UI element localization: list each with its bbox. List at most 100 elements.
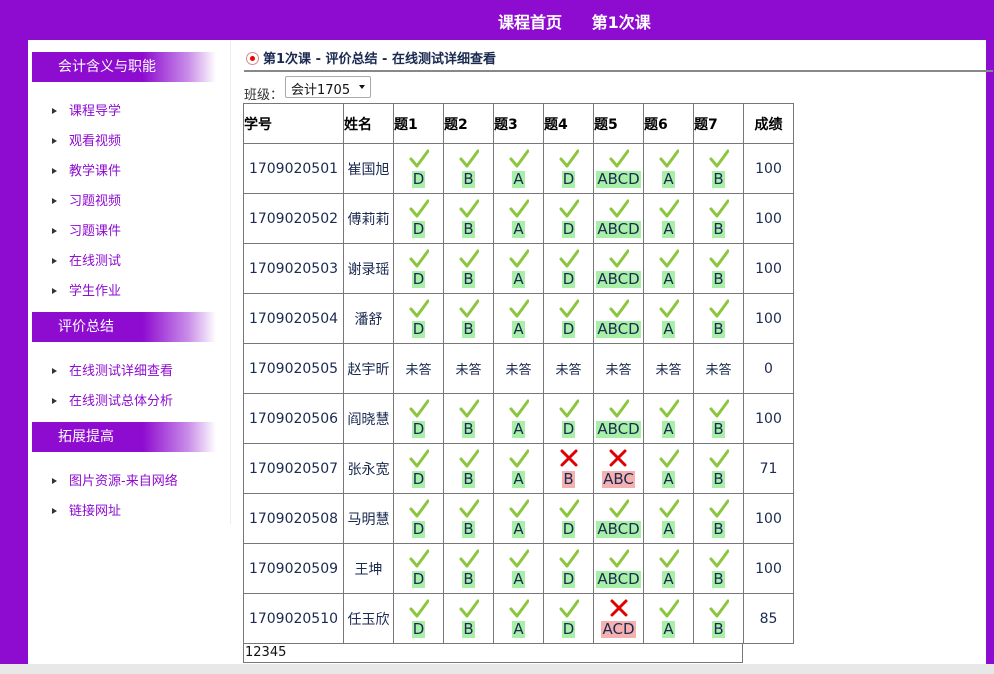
sidebar-item[interactable]: 学生作业 bbox=[52, 280, 121, 299]
check-icon bbox=[459, 399, 479, 421]
check-icon bbox=[709, 549, 729, 571]
check-icon bbox=[559, 199, 579, 221]
answer-value: A bbox=[512, 620, 525, 638]
table-row: 1709020503 谢录瑶 D B A D ABCD A B 100 bbox=[243, 243, 794, 294]
nav-lesson-1[interactable]: 第1次课 bbox=[592, 13, 651, 32]
answer-value: A bbox=[662, 620, 675, 638]
sidebar-item[interactable]: 在线测试详细查看 bbox=[52, 360, 173, 379]
answer-cell: ABCD bbox=[593, 243, 644, 294]
answer-value: A bbox=[662, 270, 675, 288]
col-header: 题1 bbox=[393, 103, 444, 144]
check-icon bbox=[459, 549, 479, 571]
check-icon bbox=[659, 149, 679, 171]
col-header: 题7 bbox=[693, 103, 744, 144]
answer-cell: 未答 bbox=[543, 343, 594, 394]
check-icon bbox=[709, 499, 729, 521]
table-row: 1709020501 崔国旭 D B A D ABCD A B 100 bbox=[243, 143, 794, 194]
table-row: 1709020506 阎晓慧 D B A D ABCD A B 100 bbox=[243, 393, 794, 444]
arrow-right-icon bbox=[52, 227, 57, 234]
answer-cell: A bbox=[493, 543, 544, 594]
sidebar-section-title: 会计含义与职能 bbox=[32, 52, 216, 82]
check-icon bbox=[596, 149, 640, 171]
answer-cell: ABCD bbox=[593, 143, 644, 194]
sidebar-item[interactable]: 在线测试 bbox=[52, 250, 121, 269]
answer-cell: 未答 bbox=[643, 343, 694, 394]
table-row: 1709020508 马明慧 D B A D ABCD A B 100 bbox=[243, 493, 794, 544]
cross-icon bbox=[601, 599, 635, 621]
pager[interactable]: 12345 bbox=[243, 643, 743, 663]
answer-cell: B bbox=[543, 443, 594, 494]
arrow-right-icon bbox=[52, 167, 57, 174]
sidebar-item[interactable]: 观看视频 bbox=[52, 130, 121, 149]
unanswered-text: 未答 bbox=[405, 363, 432, 378]
sidebar-item[interactable]: 习题视频 bbox=[52, 190, 121, 209]
class-select[interactable]: 会计1705 bbox=[285, 76, 371, 98]
answer-value: ABCD bbox=[596, 520, 641, 538]
student-id: 1709020506 bbox=[243, 393, 344, 444]
sidebar-item[interactable]: 教学课件 bbox=[52, 160, 121, 179]
check-icon bbox=[709, 199, 729, 221]
answer-value: B bbox=[462, 220, 475, 238]
answer-cell: A bbox=[493, 443, 544, 494]
check-icon bbox=[409, 199, 429, 221]
check-icon bbox=[659, 499, 679, 521]
student-name: 张永宽 bbox=[343, 443, 394, 494]
sidebar-item[interactable]: 链接网址 bbox=[52, 500, 121, 519]
answer-value: B bbox=[462, 470, 475, 488]
answer-cell: D bbox=[393, 193, 444, 244]
sidebar-item-label: 观看视频 bbox=[69, 134, 122, 149]
check-icon bbox=[409, 149, 429, 171]
answer-cell: ABCD bbox=[593, 393, 644, 444]
answer-cell: B bbox=[693, 293, 744, 344]
answer-value: B bbox=[712, 470, 725, 488]
answer-cell: A bbox=[643, 293, 694, 344]
answer-value: A bbox=[512, 170, 525, 188]
table-row: 1709020507 张永宽 D B A B ABC A B 71 bbox=[243, 443, 794, 494]
score-cell: 100 bbox=[743, 243, 794, 294]
answer-cell: A bbox=[493, 193, 544, 244]
answer-cell: 未答 bbox=[593, 343, 644, 394]
answer-cell: D bbox=[393, 543, 444, 594]
score-cell: 100 bbox=[743, 543, 794, 594]
answer-value: ABCD bbox=[596, 170, 641, 188]
unanswered-text: 未答 bbox=[705, 363, 732, 378]
answer-cell: ABCD bbox=[593, 193, 644, 244]
check-icon bbox=[409, 399, 429, 421]
check-icon bbox=[509, 299, 529, 321]
arrow-right-icon bbox=[52, 107, 57, 114]
answer-cell: ABC bbox=[593, 443, 644, 494]
answer-cell: A bbox=[643, 443, 694, 494]
check-icon bbox=[559, 499, 579, 521]
nav-course-home[interactable]: 课程首页 bbox=[498, 13, 562, 32]
check-icon bbox=[596, 499, 640, 521]
check-icon bbox=[509, 599, 529, 621]
answer-value: D bbox=[411, 470, 426, 488]
answer-value: B bbox=[462, 520, 475, 538]
sidebar-item[interactable]: 图片资源-来自网络 bbox=[52, 470, 178, 489]
answer-cell: B bbox=[443, 443, 494, 494]
answer-value: ABCD bbox=[596, 320, 641, 338]
check-icon bbox=[509, 449, 529, 471]
answer-cell: A bbox=[643, 493, 694, 544]
check-icon bbox=[596, 199, 640, 221]
sidebar-item[interactable]: 习题课件 bbox=[52, 220, 121, 239]
sidebar-item[interactable]: 在线测试总体分析 bbox=[52, 390, 173, 409]
check-icon bbox=[659, 199, 679, 221]
cross-icon bbox=[602, 449, 635, 471]
arrow-right-icon bbox=[52, 507, 57, 514]
answer-value: ABCD bbox=[596, 270, 641, 288]
sidebar-item-label: 图片资源-来自网络 bbox=[69, 474, 178, 489]
check-icon bbox=[409, 449, 429, 471]
answer-cell: D bbox=[543, 543, 594, 594]
check-icon bbox=[659, 249, 679, 271]
answer-value: D bbox=[561, 420, 576, 438]
answer-value: B bbox=[462, 270, 475, 288]
sidebar-item[interactable]: 课程导学 bbox=[52, 100, 121, 119]
answer-value: A bbox=[512, 470, 525, 488]
answer-cell: B bbox=[693, 243, 744, 294]
answer-cell: A bbox=[643, 543, 694, 594]
answer-cell: B bbox=[693, 493, 744, 544]
student-id: 1709020503 bbox=[243, 243, 344, 294]
check-icon bbox=[409, 499, 429, 521]
answer-cell: A bbox=[643, 393, 694, 444]
